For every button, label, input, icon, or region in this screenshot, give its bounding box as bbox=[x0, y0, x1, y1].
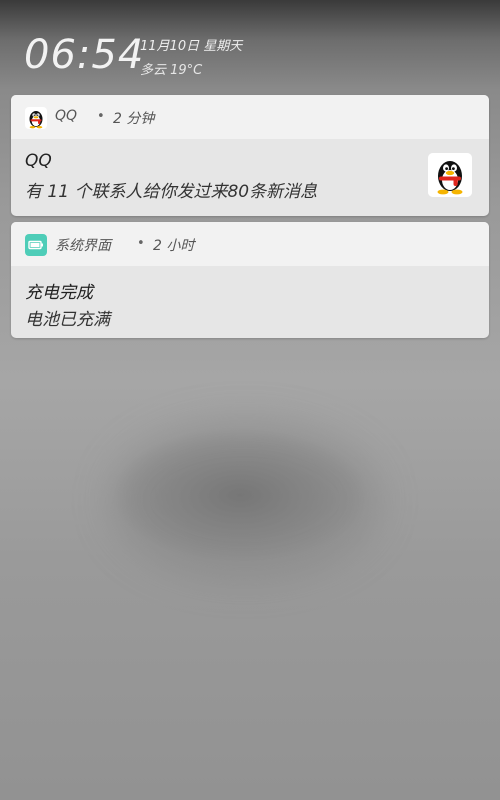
notification-header: QQ • 2 分钟 bbox=[11, 95, 489, 139]
notification-qq[interactable]: QQ • 2 分钟 QQ 有 11 个联系人给你发过来80条新消息 bbox=[11, 95, 489, 216]
qq-penguin-icon bbox=[25, 107, 47, 129]
app-name: QQ bbox=[55, 108, 78, 124]
qq-penguin-icon bbox=[428, 153, 472, 197]
notification-body: QQ 有 11 个联系人给你发过来80条新消息 bbox=[11, 139, 489, 216]
notification-system-ui[interactable]: 系统界面 • 2 小时 充电完成 电池已充满 bbox=[11, 222, 489, 338]
wallpaper-blur bbox=[110, 420, 380, 580]
separator-dot: • bbox=[137, 236, 145, 251]
notification-title: QQ bbox=[25, 151, 52, 171]
time-ago: 2 小时 bbox=[153, 238, 195, 254]
notification-title: 充电完成 bbox=[25, 283, 93, 303]
status-area: 06:54 11月10日 星期天 多云 19°C bbox=[24, 28, 484, 88]
clock: 06:54 bbox=[24, 32, 145, 78]
separator-dot: • bbox=[97, 109, 105, 124]
app-name: 系统界面 bbox=[55, 238, 111, 254]
notification-text: 有 11 个联系人给你发过来80条新消息 bbox=[25, 182, 318, 202]
notification-body: 充电完成 电池已充满 bbox=[11, 266, 489, 338]
battery-icon bbox=[25, 234, 47, 256]
notification-text: 电池已充满 bbox=[25, 310, 110, 330]
weather-text: 多云 19°C bbox=[140, 63, 203, 78]
time-ago: 2 分钟 bbox=[113, 111, 155, 127]
date-text: 11月10日 星期天 bbox=[140, 39, 243, 54]
notification-header: 系统界面 • 2 小时 bbox=[11, 222, 489, 266]
